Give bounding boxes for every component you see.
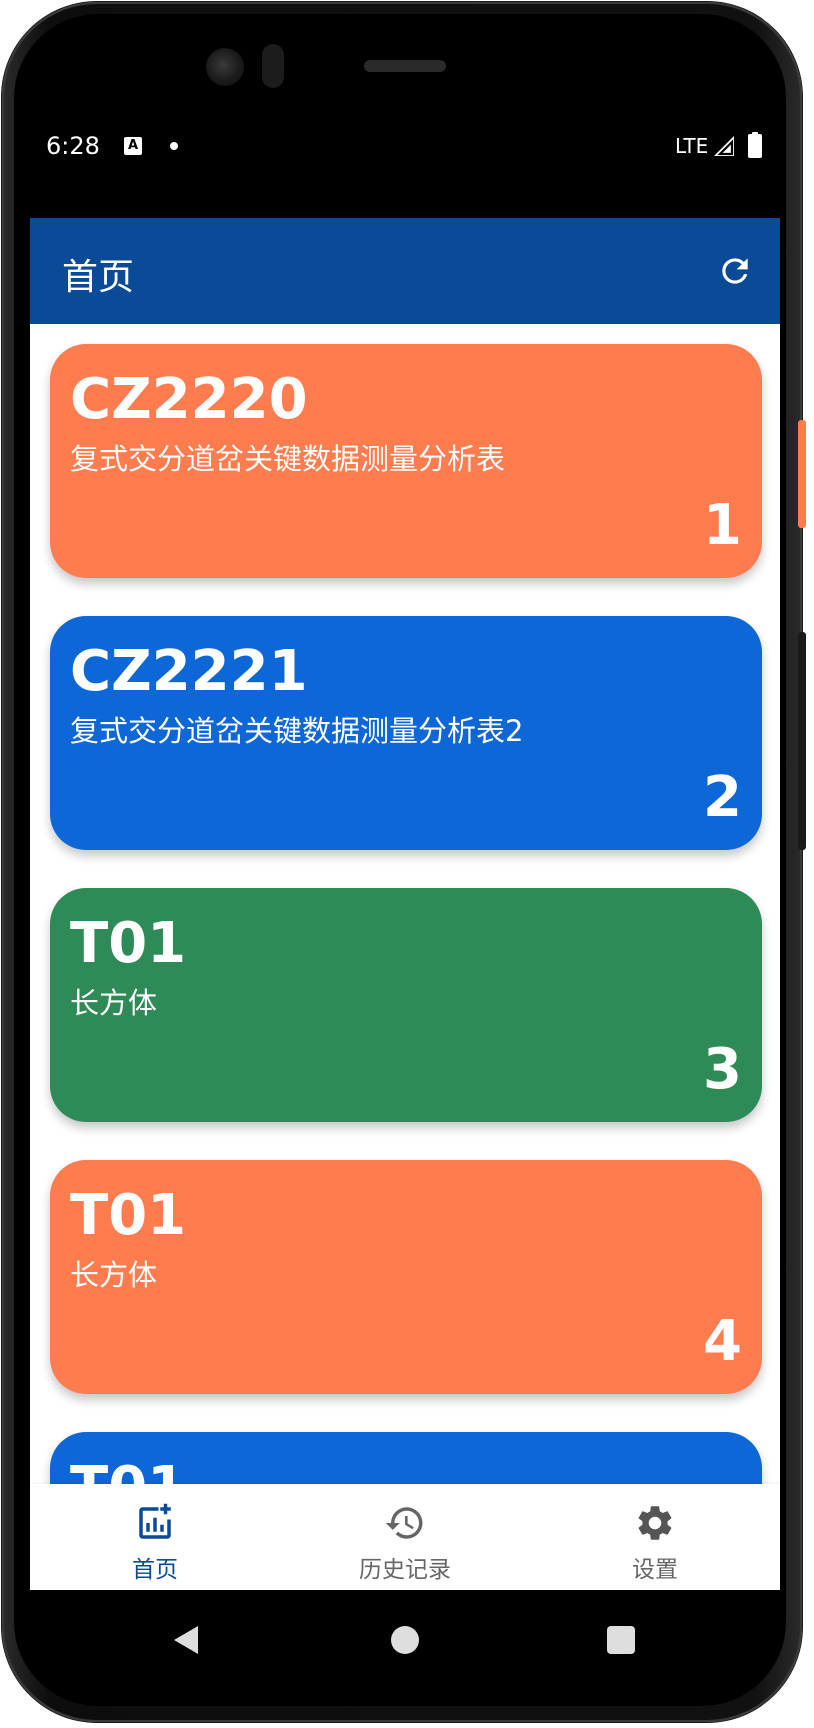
battery-icon xyxy=(748,132,762,158)
screen: 6:28 A LTE 首页 CZ2220 复式交分道岔关键数据测量分析表 1 C… xyxy=(30,100,780,1590)
history-icon xyxy=(385,1507,423,1539)
power-button xyxy=(798,420,806,528)
nav-item-settings[interactable]: 设置 xyxy=(530,1484,780,1590)
card-t01[interactable]: T01 长方体 4 xyxy=(50,1160,762,1394)
card-t01[interactable]: T01 长方体 3 xyxy=(50,888,762,1122)
card-number: 4 xyxy=(703,1309,742,1374)
card-list[interactable]: CZ2220 复式交分道岔关键数据测量分析表 1 CZ2221 复式交分道岔关键… xyxy=(30,324,780,1484)
bottom-navigation: 首页 历史记录 设置 xyxy=(30,1484,780,1590)
accessibility-a-icon: A xyxy=(124,137,142,155)
card-code: CZ2221 xyxy=(70,639,308,704)
recents-square-icon[interactable] xyxy=(607,1626,635,1654)
card-code: T01 xyxy=(70,1183,187,1248)
page-title: 首页 xyxy=(62,257,135,298)
nav-label-home: 首页 xyxy=(132,1557,178,1583)
card-description: 复式交分道岔关键数据测量分析表 xyxy=(70,442,506,476)
status-time: 6:28 xyxy=(46,132,100,160)
card-code: T01 xyxy=(70,911,187,976)
nav-label-history: 历史记录 xyxy=(359,1557,451,1583)
card-description: 复式交分道岔关键数据测量分析表2 xyxy=(70,714,524,748)
card-code: T01 xyxy=(70,1460,186,1485)
card-cz2220[interactable]: CZ2220 复式交分道岔关键数据测量分析表 1 xyxy=(50,344,762,578)
notification-dot-icon xyxy=(170,142,178,150)
card-number: 2 xyxy=(703,765,742,830)
phone-frame: 6:28 A LTE 首页 CZ2220 复式交分道岔关键数据测量分析表 1 C… xyxy=(0,0,814,1728)
nav-item-home[interactable]: 首页 xyxy=(30,1484,280,1590)
home-circle-icon[interactable] xyxy=(391,1626,419,1654)
system-navigation-bar xyxy=(30,1590,780,1692)
card-number: 3 xyxy=(703,1037,742,1102)
status-bar: 6:28 A LTE xyxy=(30,100,780,218)
signal-icon xyxy=(714,136,734,156)
app-bar: 首页 xyxy=(30,218,780,324)
card-code: CZ2220 xyxy=(70,367,308,432)
card-cz2221[interactable]: CZ2221 复式交分道岔关键数据测量分析表2 2 xyxy=(50,616,762,850)
front-camera-icon xyxy=(206,48,244,86)
refresh-icon[interactable] xyxy=(716,252,754,290)
card-description: 长方体 xyxy=(70,1258,158,1292)
sensor-icon xyxy=(262,44,284,88)
card-description: 长方体 xyxy=(70,986,158,1020)
nav-item-history[interactable]: 历史记录 xyxy=(280,1484,530,1590)
earpiece xyxy=(364,60,446,72)
card-number: 1 xyxy=(703,493,742,558)
volume-button xyxy=(798,632,806,850)
add-chart-icon xyxy=(139,1503,171,1539)
network-type: LTE xyxy=(675,134,709,158)
nav-label-settings: 设置 xyxy=(632,1557,678,1583)
gear-icon xyxy=(638,1506,672,1540)
back-triangle-icon[interactable] xyxy=(172,1624,200,1656)
card-t01[interactable]: T01 xyxy=(50,1432,762,1484)
